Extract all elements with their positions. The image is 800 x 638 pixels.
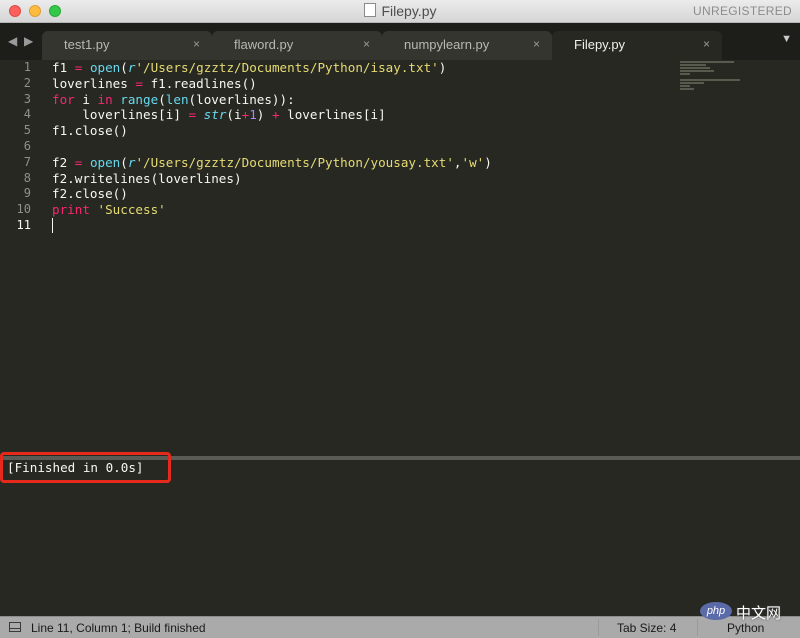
line-number: 2 (23, 75, 31, 90)
window-title: Filepy.py (0, 3, 800, 19)
highlight-annotation-box (0, 452, 171, 483)
line-number: 4 (23, 107, 31, 122)
minimap[interactable] (680, 60, 740, 100)
window-title-text: Filepy.py (381, 3, 437, 19)
code-content[interactable]: f1 = open(r'/Users/gzztz/Documents/Pytho… (52, 60, 692, 234)
document-icon (363, 3, 376, 17)
tab-label: Filepy.py (574, 37, 626, 52)
line-number: 3 (23, 91, 31, 106)
tab-close-icon[interactable]: × (193, 31, 200, 58)
back-arrow-icon[interactable]: ◀ (8, 34, 17, 48)
php-logo-icon: php (700, 602, 732, 620)
code-line: f1 = open(r'/Users/gzztz/Documents/Pytho… (52, 60, 447, 75)
code-line: f2 = open(r'/Users/gzztz/Documents/Pytho… (52, 154, 492, 170)
code-line: f1.close() (52, 123, 128, 139)
status-bar: Line 11, Column 1; Build finished Tab Si… (0, 616, 800, 638)
tab-label: flaword.py (234, 37, 294, 52)
tab-filepy[interactable]: Filepy.py × (552, 31, 722, 60)
text-cursor (52, 217, 53, 233)
unregistered-label: UNREGISTERED (693, 4, 792, 18)
line-number: 1 (23, 60, 31, 74)
tab-close-icon[interactable]: × (363, 31, 370, 58)
line-number: 5 (23, 123, 31, 138)
status-separator (598, 619, 599, 636)
code-line: f2.close() (52, 186, 128, 202)
tab-test1[interactable]: test1.py × (42, 31, 212, 60)
tab-label: test1.py (64, 37, 110, 52)
line-number: 8 (23, 170, 31, 185)
tab-label: numpylearn.py (404, 37, 490, 52)
code-line: for i in range(len(loverlines)): (52, 91, 295, 107)
code-line: print 'Success' (52, 202, 166, 218)
line-number: 10 (16, 202, 31, 217)
line-number: 6 (23, 138, 31, 153)
line-number: 9 (23, 186, 31, 201)
watermark: php 中文网 (700, 598, 798, 626)
code-editor[interactable]: 1 2 3 4 5 6 7 8 9 10 11 f1 = open(r'/Use… (0, 60, 800, 456)
line-number: 7 (23, 154, 31, 169)
build-output-panel: [Finished in 0.0s] (0, 460, 800, 616)
tab-close-icon[interactable]: × (703, 31, 710, 58)
tab-numpylearn[interactable]: numpylearn.py × (382, 31, 552, 60)
tab-overflow-icon[interactable]: ▼ (781, 33, 792, 45)
code-line-current (52, 217, 692, 234)
code-line: f2.writelines(loverlines) (52, 170, 242, 186)
forward-arrow-icon[interactable]: ▶ (24, 34, 33, 48)
code-line: loverlines[i] = str(i+1) + loverlines[i] (52, 107, 386, 123)
tab-close-icon[interactable]: × (533, 31, 540, 58)
status-position: Line 11, Column 1; Build finished (31, 621, 206, 635)
tab-flaword[interactable]: flaword.py × (212, 31, 382, 60)
line-number-current: 11 (16, 217, 31, 232)
code-line: loverlines = f1.readlines() (52, 75, 257, 91)
panel-toggle-icon[interactable] (9, 622, 21, 632)
tab-size-selector[interactable]: Tab Size: 4 (617, 621, 676, 635)
watermark-text: 中文网 (736, 605, 782, 622)
status-separator (697, 619, 698, 636)
title-bar: Filepy.py UNREGISTERED (0, 0, 800, 23)
tab-bar: ◀ ▶ test1.py × flaword.py × numpylearn.p… (0, 23, 800, 60)
line-number-gutter: 1 2 3 4 5 6 7 8 9 10 11 (0, 60, 40, 234)
